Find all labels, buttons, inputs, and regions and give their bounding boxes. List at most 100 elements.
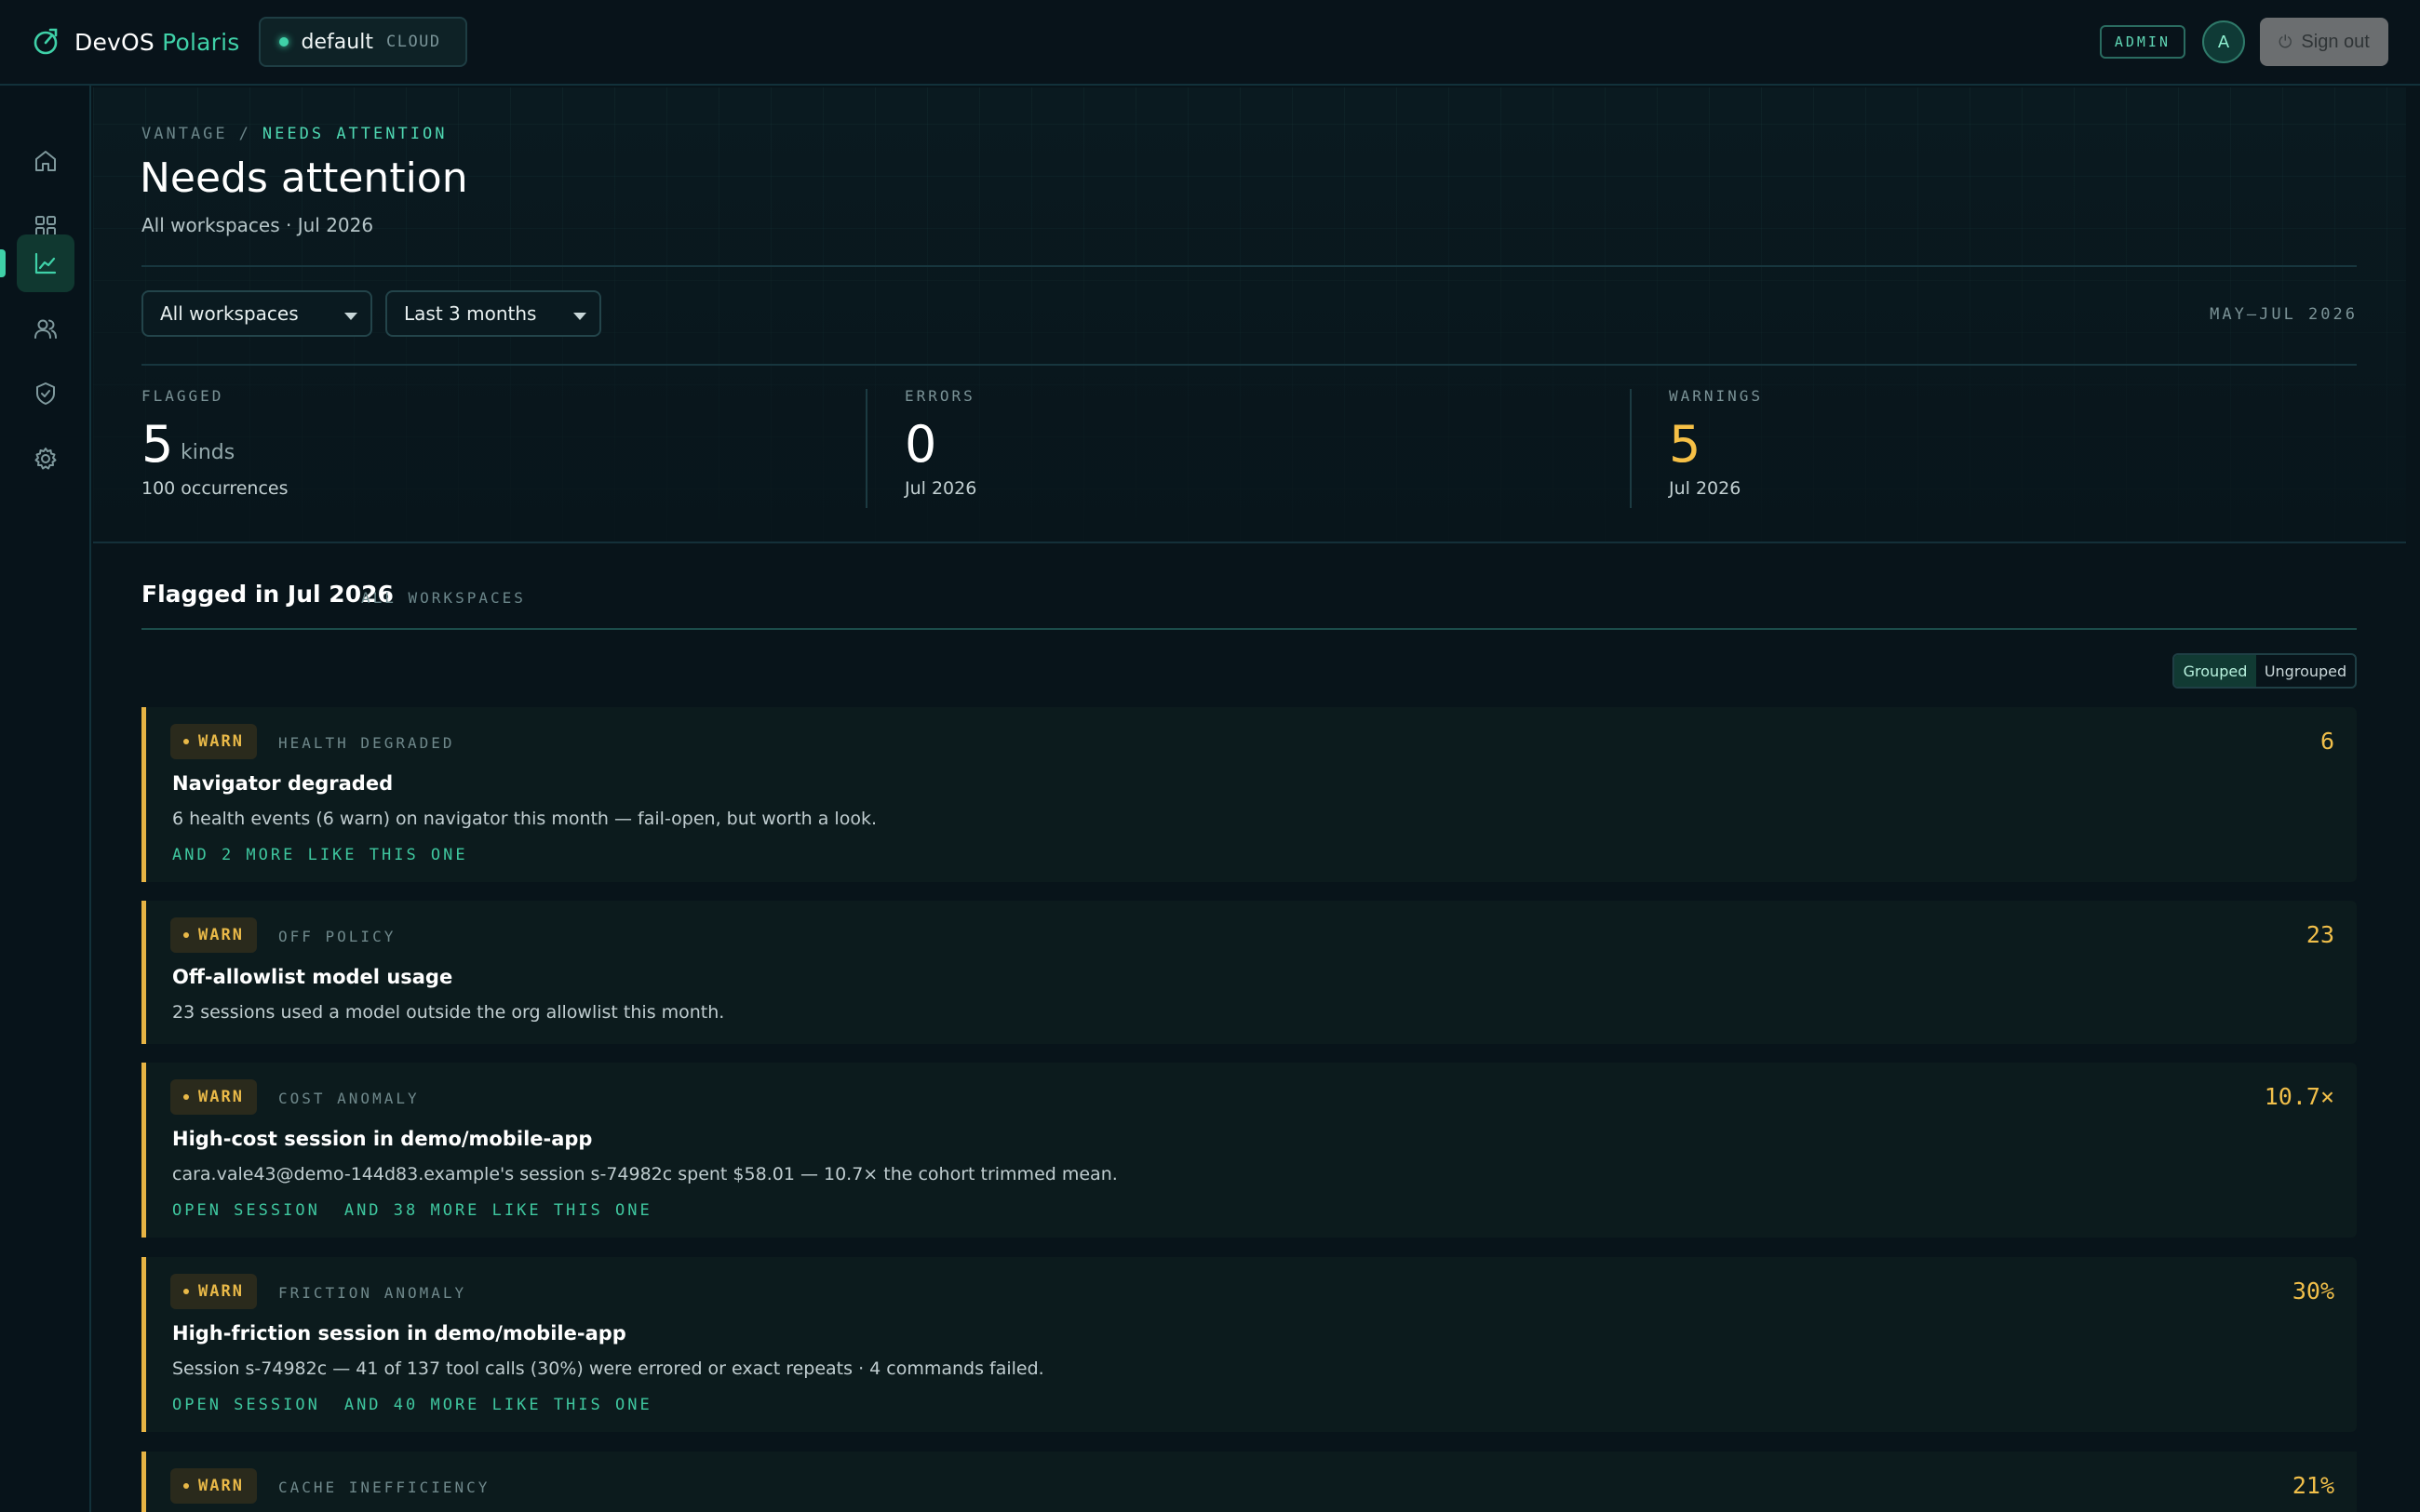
alert-links: AND 2 MORE LIKE THIS ONE	[172, 846, 492, 864]
stat-divider	[866, 389, 867, 508]
sign-out-button[interactable]: ⏻ Sign out	[2260, 18, 2388, 66]
toggle-ungrouped[interactable]: Ungrouped	[2256, 655, 2355, 687]
sign-out-label: Sign out	[2301, 31, 2370, 52]
alert-card[interactable]: WARN HEALTH DEGRADED 6 Navigator degrade…	[141, 707, 2357, 882]
open-session-link[interactable]: OPEN SESSION	[172, 1396, 320, 1414]
alert-card[interactable]: WARN COST ANOMALY 10.7× High-cost sessio…	[141, 1063, 2357, 1238]
breadcrumb-current: NEEDS ATTENTION	[262, 125, 448, 143]
alert-metric: 6	[2319, 728, 2334, 755]
more-like-this-link[interactable]: AND 2 MORE LIKE THIS ONE	[172, 846, 468, 864]
severity-label: WARN	[198, 1282, 244, 1301]
alert-title: Off-allowlist model usage	[172, 966, 453, 988]
section-divider	[141, 628, 2357, 630]
alert-kind: CACHE INEFFICIENCY	[278, 1479, 491, 1496]
stat-errors-label: ERRORS	[905, 387, 975, 405]
workspace-select-value: All workspaces	[160, 302, 299, 325]
stat-flagged-unit: kinds	[181, 441, 235, 464]
env-name: default	[301, 30, 373, 54]
severity-dot	[183, 1289, 189, 1294]
severity-badge: WARN	[170, 724, 257, 759]
alert-kind: HEALTH DEGRADED	[278, 734, 455, 752]
brand-name-first: DevOS	[74, 28, 155, 56]
brand[interactable]: DevOS Polaris	[30, 26, 240, 58]
alert-metric: 10.7×	[2264, 1083, 2334, 1110]
sidebar-item-home[interactable]	[17, 132, 74, 190]
more-like-this-link[interactable]: AND 38 MORE LIKE THIS ONE	[344, 1201, 652, 1220]
breadcrumb-root[interactable]: VANTAGE	[141, 125, 228, 143]
stat-flagged-value: 5	[141, 415, 174, 474]
severity-dot	[183, 1483, 189, 1489]
alert-title: High-cost session in demo/mobile-app	[172, 1128, 593, 1150]
active-nav-marker	[0, 249, 6, 277]
alert-description: 23 sessions used a model outside the org…	[172, 1002, 725, 1023]
alert-kind: FRICTION ANOMALY	[278, 1284, 467, 1302]
sidebar-item-people[interactable]	[17, 300, 74, 357]
alert-metric: 21%	[2292, 1472, 2334, 1499]
alert-description: Session s-74982c — 41 of 137 tool calls …	[172, 1358, 1044, 1379]
stat-warnings-sub: Jul 2026	[1669, 478, 1741, 499]
environment-switcher[interactable]: default CLOUD	[258, 17, 467, 67]
more-like-this-link[interactable]: AND 40 MORE LIKE THIS ONE	[344, 1396, 652, 1414]
stat-warnings-label: WARNINGS	[1669, 387, 1764, 405]
toggle-grouped[interactable]: Grouped	[2174, 655, 2256, 687]
users-icon	[34, 319, 57, 339]
stat-errors-sub: Jul 2026	[905, 478, 977, 499]
sidebar-item-policies[interactable]	[17, 365, 74, 422]
page-header: VANTAGE / NEEDS ATTENTION Needs attention …	[93, 87, 2406, 543]
top-bar: DevOS Polaris default CLOUD ADMIN A ⏻ Si…	[0, 0, 2420, 86]
alert-kind: COST ANOMALY	[278, 1090, 420, 1107]
workspace-select[interactable]: All workspaces	[141, 290, 372, 337]
alert-title: Navigator degraded	[172, 772, 394, 795]
power-icon: ⏻	[2279, 32, 2292, 51]
sidebar	[0, 86, 91, 1512]
alert-links: OPEN SESSION AND 38 MORE LIKE THIS ONE	[172, 1201, 677, 1220]
grouping-toggle: Grouped Ungrouped	[2172, 653, 2357, 689]
section-title: Flagged in Jul 2026	[141, 581, 394, 608]
section-scope: ALL WORKSPACES	[361, 589, 526, 607]
alert-description: cara.vale43@demo-144d83.example's sessio…	[172, 1164, 1118, 1184]
period-select[interactable]: Last 3 months	[385, 290, 601, 337]
alert-card[interactable]: WARN OFF POLICY 23 Off-allowlist model u…	[141, 901, 2357, 1044]
brand-name: DevOS Polaris	[74, 29, 240, 56]
severity-badge: WARN	[170, 1079, 257, 1115]
stat-flagged-label: FLAGGED	[141, 387, 224, 405]
header-divider	[141, 265, 2357, 267]
sidebar-item-settings[interactable]	[17, 430, 74, 488]
severity-dot	[183, 1094, 189, 1100]
alert-metric: 23	[2306, 921, 2334, 948]
alert-kind: OFF POLICY	[278, 928, 397, 945]
severity-badge: WARN	[170, 1468, 257, 1504]
alert-card[interactable]: WARN CACHE INEFFICIENCY 21%	[141, 1452, 2357, 1512]
logo-icon	[34, 28, 58, 55]
page-subtitle: All workspaces · Jul 2026	[141, 214, 374, 236]
severity-badge: WARN	[170, 917, 257, 953]
open-session-link[interactable]: OPEN SESSION	[172, 1201, 320, 1220]
alert-metric: 30%	[2292, 1278, 2334, 1305]
alert-links: OPEN SESSION AND 40 MORE LIKE THIS ONE	[172, 1396, 677, 1414]
stat-warnings: WARNINGS 5 Jul 2026	[1669, 387, 2395, 508]
severity-label: WARN	[198, 926, 244, 944]
severity-dot	[183, 932, 189, 938]
shield-icon	[36, 382, 55, 405]
severity-dot	[183, 739, 189, 744]
severity-label: WARN	[198, 1477, 244, 1495]
sidebar-item-vantage[interactable]	[17, 234, 74, 292]
alert-card[interactable]: WARN FRICTION ANOMALY 30% High-friction …	[141, 1257, 2357, 1432]
home-icon	[35, 151, 56, 171]
role-badge: ADMIN	[2099, 25, 2185, 59]
gear-icon	[34, 448, 57, 470]
brand-name-second: Polaris	[162, 28, 240, 56]
stat-warnings-value: 5	[1669, 415, 1701, 474]
avatar[interactable]: A	[2202, 20, 2245, 63]
alert-description: 6 health events (6 warn) on navigator th…	[172, 809, 878, 829]
alert-title: High-friction session in demo/mobile-app	[172, 1322, 626, 1345]
chevron-down-icon	[573, 313, 586, 320]
stat-errors-value: 0	[905, 415, 937, 474]
env-status-dot	[278, 37, 289, 47]
stat-flagged-sub: 100 occurrences	[141, 478, 289, 499]
severity-label: WARN	[198, 1088, 244, 1106]
date-range-label: MAY–JUL 2026	[2210, 305, 2358, 324]
severity-badge: WARN	[170, 1274, 257, 1309]
breadcrumb: VANTAGE / NEEDS ATTENTION	[141, 125, 447, 143]
chart-icon	[34, 252, 57, 274]
